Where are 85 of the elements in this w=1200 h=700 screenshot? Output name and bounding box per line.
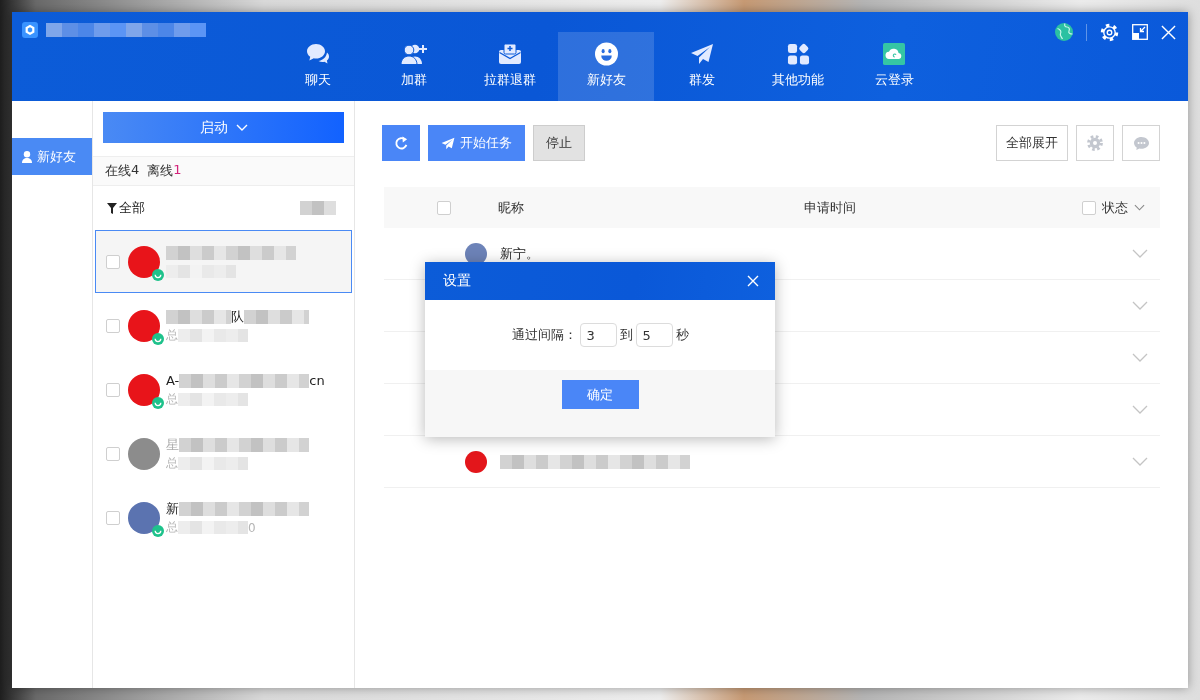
contact-item[interactable]: 队 总 (95, 294, 352, 357)
nav-tab[interactable]: 拉群退群 (462, 32, 558, 101)
contact-detail: 总 (166, 519, 178, 536)
pixelated-text (300, 201, 336, 215)
pixelated-text (178, 329, 248, 342)
confirm-button[interactable]: 确定 (561, 380, 639, 409)
settings-icon (1087, 135, 1103, 151)
nav-tab[interactable]: 其他功能 (750, 32, 846, 101)
chevron-down-icon[interactable] (1134, 204, 1145, 211)
status-count: 1 (173, 162, 182, 179)
envelope-plus-icon (498, 42, 522, 66)
nav-tab[interactable]: 新好友 (558, 32, 654, 101)
close-icon[interactable] (747, 275, 759, 287)
column-header: 申请时间 (804, 198, 856, 217)
contact-name: cn (309, 373, 325, 388)
contact-item[interactable] (95, 230, 352, 293)
chevron-down-icon[interactable] (1132, 353, 1148, 362)
nav-tab[interactable]: 群发 (654, 32, 750, 101)
filter-dropdown[interactable]: 全部 (107, 199, 145, 217)
nav-tab[interactable]: 加群 (366, 32, 462, 101)
add-user-icon (400, 42, 428, 66)
contact-item[interactable]: 新 总 0 (95, 486, 352, 549)
pixelated-text (178, 457, 248, 470)
contact-item[interactable]: A- cn 总 (95, 358, 352, 421)
interval-to-field[interactable]: 5 (635, 323, 673, 347)
contact-name: 星 (166, 435, 179, 454)
range-text: 到 (619, 326, 633, 344)
interval-from-field[interactable]: 3 (579, 323, 617, 347)
column-header: 状态 (1102, 198, 1128, 217)
message-button[interactable] (1122, 125, 1160, 161)
pixelated-text (178, 521, 248, 534)
filter-icon (107, 202, 117, 214)
status-count: 4 (131, 162, 140, 179)
pixelated-text (166, 309, 231, 324)
nav-tab[interactable]: 聊天 (270, 32, 366, 101)
restore-window-icon[interactable] (1132, 24, 1148, 40)
checkbox[interactable] (106, 382, 120, 397)
checkbox[interactable] (106, 318, 120, 333)
chat-bubble-icon (1132, 135, 1150, 151)
unit-text: 秒 (675, 326, 689, 344)
refresh-button[interactable] (382, 125, 420, 161)
chevron-down-icon[interactable] (1132, 249, 1148, 258)
contact-detail: 总 (166, 327, 178, 344)
select-all-checkbox[interactable] (437, 200, 451, 215)
checkbox[interactable] (106, 446, 120, 461)
pixelated-text (178, 393, 248, 406)
contact-detail: 0 (248, 520, 256, 535)
settings-icon[interactable] (1100, 22, 1119, 42)
nickname-text: 新宁。 (500, 244, 539, 263)
start-dropdown-button[interactable]: 启动 (103, 112, 344, 143)
contact-detail: 总 (166, 391, 178, 408)
contact-name: 新 (166, 499, 179, 518)
status-label: 离线 (147, 162, 174, 180)
checkbox[interactable] (106, 254, 120, 269)
field-label: 通过间隔： (511, 326, 577, 344)
app-grid-icon (786, 42, 810, 66)
contact-detail: 总 (166, 455, 178, 472)
toolbar-button[interactable]: 停止 (533, 125, 585, 161)
chevron-down-icon[interactable] (1132, 405, 1148, 414)
paper-plane-icon (690, 42, 714, 66)
settings-button[interactable] (1076, 125, 1114, 161)
status-label: 在线 (105, 162, 131, 180)
sidebar-item[interactable]: 新好友 (12, 138, 92, 175)
smiley-icon (594, 42, 618, 66)
cloud-tile-icon (883, 42, 905, 66)
toolbar-button[interactable]: 开始任务 (428, 125, 525, 161)
checkbox[interactable] (106, 510, 120, 525)
app-logo-icon (22, 22, 38, 38)
contact-name: A- (166, 373, 180, 388)
nav-tab[interactable]: 云登录 (846, 32, 942, 101)
column-header: 昵称 (498, 198, 524, 217)
close-icon[interactable] (1161, 24, 1176, 40)
paper-plane-icon (441, 136, 455, 150)
expand-all-button[interactable]: 全部展开 (996, 125, 1068, 161)
status-checkbox[interactable] (1082, 200, 1096, 215)
chevron-down-icon[interactable] (1132, 457, 1148, 466)
dialog-title: 设置 (443, 272, 471, 290)
refresh-icon (393, 135, 409, 151)
user-icon (22, 150, 32, 163)
chat-bubbles-icon (306, 42, 330, 66)
contact-name: 队 (231, 307, 244, 326)
chevron-down-icon[interactable] (1132, 301, 1148, 310)
pixelated-text (244, 309, 309, 324)
chevron-down-icon (235, 124, 248, 131)
globe-icon[interactable] (1055, 23, 1073, 41)
